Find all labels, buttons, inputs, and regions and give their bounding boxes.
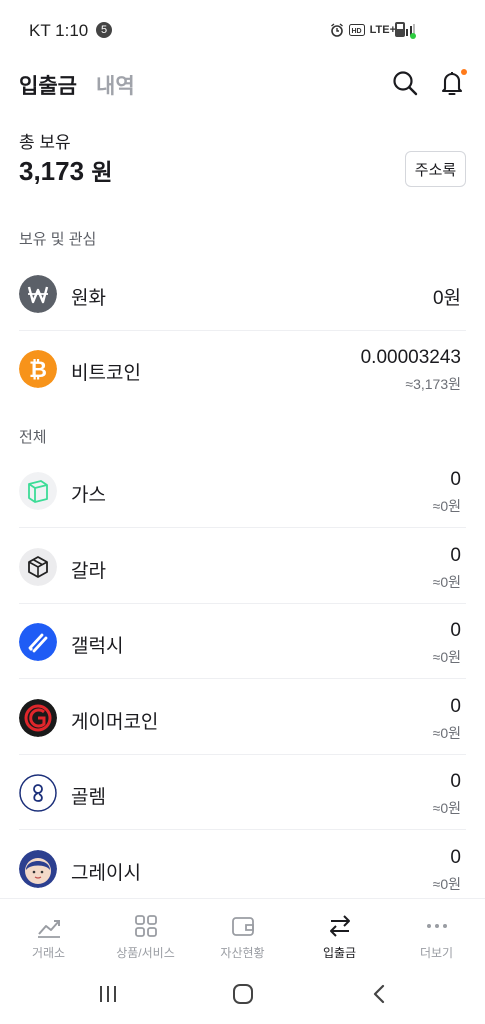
coin-amount: 0.00003243 [360, 347, 461, 368]
nav-item-deposit-withdraw[interactable]: 입출금 [291, 899, 388, 964]
svg-text:HD: HD [351, 28, 361, 35]
coin-row-krw[interactable]: 원화 0원 [19, 256, 466, 331]
total-holdings-label: 총 보유 [19, 133, 71, 152]
coin-krw-value: ≈0원 [432, 876, 461, 892]
won-icon [19, 275, 57, 313]
gracy-icon [19, 850, 57, 888]
nav-item-exchange[interactable]: 거래소 [0, 899, 97, 964]
address-book-button[interactable]: 주소록 [405, 151, 466, 187]
nav-label: 상품/서비스 [116, 946, 175, 960]
coin-name: 비트코인 [71, 363, 141, 384]
coin-amount: 0원 [432, 288, 461, 309]
galaxy-icon [19, 623, 57, 661]
coin-amount: 0 [450, 620, 461, 641]
notification-count-badge: 5 [96, 22, 112, 38]
coin-amount: 0 [450, 696, 461, 717]
coin-krw-value: ≈0원 [432, 725, 461, 741]
notification-dot [461, 69, 467, 75]
coin-row-golem[interactable]: 골렘 0 ≈0원 [19, 755, 466, 830]
total-holdings-value: 3,173 원 [19, 153, 112, 187]
bitcoin-icon: ₿ [19, 350, 57, 388]
tab-deposit-withdraw[interactable]: 입출금 [19, 70, 77, 100]
bottom-navigation: 거래소 상품/서비스 자산현황 입출금 더보기 [0, 898, 485, 964]
nav-label: 거래소 [31, 946, 66, 960]
coin-name: 그레이시 [71, 863, 141, 884]
total-amount: 3,173 [19, 156, 85, 186]
nav-label: 자산현황 [220, 946, 265, 960]
back-icon[interactable] [368, 982, 392, 1006]
nav-item-assets[interactable]: 자산현황 [194, 899, 291, 964]
coin-row-galaxy[interactable]: 갤럭시 0 ≈0원 [19, 604, 466, 679]
status-bar: KT 1:10 5 HD LTE+ [0, 0, 485, 60]
coin-name: 원화 [71, 288, 106, 309]
gamercoin-icon [19, 699, 57, 737]
coin-krw-value: ≈0원 [432, 649, 461, 665]
gala-icon [19, 548, 57, 586]
battery-icon [395, 22, 405, 37]
coin-amount: 0 [450, 771, 461, 792]
coin-amount: 0 [450, 545, 461, 566]
tab-history[interactable]: 내역 [96, 70, 135, 100]
coin-krw-value: ≈0원 [432, 574, 461, 590]
alarm-icon [330, 23, 343, 37]
charging-dot-icon [410, 33, 416, 39]
network-type: LTE+ [369, 24, 396, 36]
coin-krw-value: ≈0원 [432, 498, 461, 514]
coin-krw-value: ≈0원 [432, 800, 461, 816]
chart-line-icon [37, 920, 60, 938]
nav-label: 입출금 [322, 946, 357, 960]
home-icon[interactable] [231, 982, 255, 1006]
search-icon[interactable] [390, 68, 420, 98]
coin-krw-value: ≈3,173원 [405, 376, 461, 392]
nav-item-products[interactable]: 상품/서비스 [97, 899, 194, 964]
coin-name: 갈라 [71, 561, 106, 582]
system-navigation-bar [0, 964, 485, 1024]
coin-row-bitcoin[interactable]: ₿ 비트코인 0.00003243 ≈3,173원 [19, 331, 466, 406]
hd-icon: HD [348, 24, 365, 36]
coin-row-gala[interactable]: 갈라 0 ≈0원 [19, 529, 466, 604]
total-unit: 원 [91, 159, 113, 185]
recent-apps-icon[interactable] [96, 982, 120, 1006]
holdings-section-label: 보유 및 관심 [19, 231, 97, 248]
coin-name: 골렘 [71, 787, 106, 808]
coin-row-gas[interactable]: 가스 0 ≈0원 [19, 453, 466, 528]
wallet-icon [231, 917, 254, 936]
gas-icon [19, 472, 57, 510]
coin-name: 게이머코인 [71, 712, 159, 733]
more-dots-icon [426, 924, 447, 928]
status-time: KT 1:10 [29, 21, 89, 40]
transfer-arrows-icon [329, 915, 350, 937]
coin-amount: 0 [450, 847, 461, 868]
coin-row-gamercoin[interactable]: 게이머코인 0 ≈0원 [19, 680, 466, 755]
golem-icon [19, 774, 57, 812]
coin-name: 갤럭시 [71, 636, 124, 657]
coin-row-gracy[interactable]: 그레이시 0 ≈0원 [19, 831, 466, 906]
svg-text:₿: ₿ [29, 357, 47, 382]
coin-name: 가스 [71, 485, 106, 506]
grid-icon [134, 915, 157, 937]
nav-item-more[interactable]: 더보기 [388, 899, 485, 964]
header: 입출금 내역 [0, 62, 485, 106]
nav-label: 더보기 [419, 946, 454, 960]
all-section-label: 전체 [19, 429, 47, 446]
coin-amount: 0 [450, 469, 461, 490]
